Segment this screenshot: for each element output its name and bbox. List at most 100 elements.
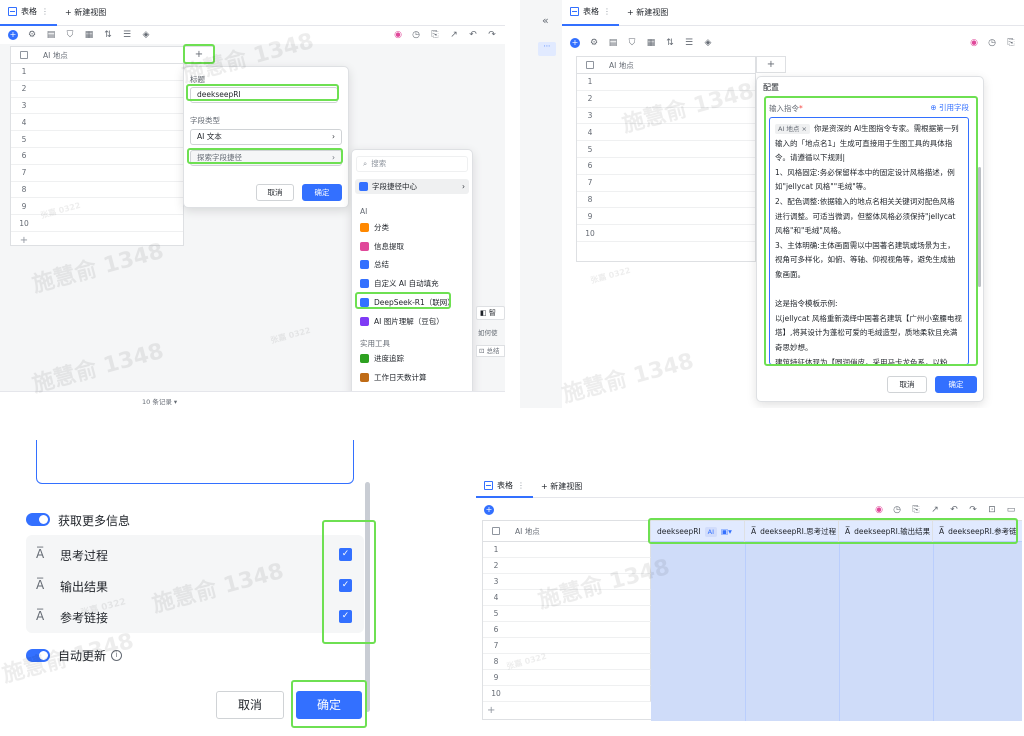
- table-row[interactable]: 3: [11, 98, 183, 115]
- row-height-icon[interactable]: ☰: [122, 30, 132, 40]
- ai-icon[interactable]: ◉: [394, 30, 402, 40]
- select-all-checkbox[interactable]: [20, 51, 28, 59]
- add-record-icon[interactable]: +: [570, 38, 580, 48]
- filter-icon[interactable]: ▤: [46, 30, 56, 40]
- select-all-checkbox[interactable]: [492, 527, 500, 535]
- cancel-button[interactable]: 取消: [256, 184, 294, 201]
- auto-update-toggle[interactable]: [26, 649, 50, 662]
- table-row[interactable]: 4: [11, 114, 183, 132]
- menu-item-tool[interactable]: 工作日天数计算: [360, 372, 427, 383]
- cancel-button[interactable]: 取消: [887, 376, 927, 393]
- menu-item-ai[interactable]: 信息提取: [360, 241, 404, 252]
- table-row[interactable]: 2: [577, 91, 755, 108]
- sort-icon[interactable]: ⇅: [103, 30, 113, 40]
- more-info-toggle[interactable]: [26, 513, 50, 526]
- comment-icon[interactable]: ▭: [1006, 505, 1016, 515]
- tab-table[interactable]: 表格 ⋮: [476, 476, 533, 498]
- row-height-icon[interactable]: ☰: [684, 38, 694, 48]
- table-row[interactable]: 3: [483, 574, 651, 590]
- menu-item-ai[interactable]: 自定义 AI 自动填充: [360, 278, 439, 289]
- table-row[interactable]: 1: [483, 542, 651, 558]
- group-icon[interactable]: ▦: [84, 30, 94, 40]
- table-row[interactable]: 4: [483, 590, 651, 606]
- menu-item-tool[interactable]: 进度追踪: [360, 353, 404, 364]
- table-row[interactable]: 10: [11, 215, 183, 232]
- menu-item-ai[interactable]: AI 图片理解（豆包）: [360, 316, 444, 327]
- table-row[interactable]: 5: [11, 131, 183, 148]
- history-icon[interactable]: ◷: [411, 30, 421, 40]
- add-record-icon[interactable]: +: [484, 505, 494, 515]
- table-row[interactable]: 9: [11, 198, 183, 216]
- sidebar-item-active[interactable]: ⋯: [538, 42, 556, 56]
- table-row[interactable]: 6: [483, 622, 651, 638]
- field-header[interactable]: AI 地点: [609, 60, 634, 71]
- collapse-icon[interactable]: «: [542, 14, 549, 27]
- undo-icon[interactable]: ↶: [949, 505, 959, 515]
- more-icon[interactable]: ⋮: [41, 7, 49, 16]
- add-column-button[interactable]: +: [756, 56, 786, 73]
- table-row[interactable]: 5: [483, 606, 651, 622]
- table-row[interactable]: 1: [577, 74, 755, 91]
- menu-item-ai[interactable]: 分类: [360, 222, 389, 233]
- settings-icon[interactable]: ⚙: [589, 38, 599, 48]
- scrollbar[interactable]: [978, 167, 981, 287]
- funnel-icon[interactable]: ⛉: [627, 38, 637, 48]
- field-header[interactable]: AI 地点: [515, 526, 540, 537]
- add-row-button[interactable]: +: [11, 232, 183, 249]
- more-icon[interactable]: ⋮: [603, 7, 611, 16]
- table-row[interactable]: 9: [483, 670, 651, 686]
- cancel-button[interactable]: 取消: [216, 691, 284, 719]
- redo-icon[interactable]: ↷: [968, 505, 978, 515]
- table-row[interactable]: 10: [577, 225, 755, 242]
- table-row[interactable]: 3: [577, 108, 755, 125]
- filter-icon[interactable]: ▤: [608, 38, 618, 48]
- shortcut-center-item[interactable]: 字段捷径中心 ›: [355, 179, 469, 194]
- record-count[interactable]: 10 条记录 ▾: [142, 396, 177, 406]
- menu-search[interactable]: ⌕ 搜索: [356, 156, 468, 172]
- paint-icon[interactable]: ◈: [703, 38, 713, 48]
- copy-icon[interactable]: ⎘: [1006, 38, 1016, 48]
- table-row[interactable]: 7: [483, 638, 651, 654]
- export-icon[interactable]: ⊡: [987, 505, 997, 515]
- table-row[interactable]: 9: [577, 208, 755, 226]
- table-row[interactable]: 8: [483, 654, 651, 670]
- table-row[interactable]: 8: [11, 182, 183, 199]
- group-icon[interactable]: ▦: [646, 38, 656, 48]
- tab-table[interactable]: 表格 ⋮: [0, 0, 57, 26]
- tab-table[interactable]: 表格 ⋮: [562, 0, 619, 26]
- select-all-checkbox[interactable]: [586, 61, 594, 69]
- field-header[interactable]: AI 地点: [43, 50, 68, 61]
- ai-icon[interactable]: ◉: [875, 505, 883, 515]
- table-row[interactable]: 7: [11, 165, 183, 182]
- table-row[interactable]: 6: [577, 158, 755, 175]
- table-row[interactable]: 10: [483, 686, 651, 702]
- confirm-button[interactable]: 确定: [302, 184, 342, 201]
- history-icon[interactable]: ◷: [987, 38, 997, 48]
- copy-icon[interactable]: ⎘: [430, 30, 440, 40]
- table-row[interactable]: 1: [11, 64, 183, 81]
- history-icon[interactable]: ◷: [892, 505, 902, 515]
- tab-new-view[interactable]: + 新建视图: [533, 476, 590, 498]
- type-select[interactable]: AI 文本 ›: [190, 129, 342, 145]
- info-icon[interactable]: i: [111, 650, 123, 661]
- undo-icon[interactable]: ↶: [468, 30, 478, 40]
- menu-item-ai[interactable]: 总结: [360, 259, 389, 270]
- tab-new-view[interactable]: + 新建视图: [57, 0, 114, 26]
- paint-icon[interactable]: ◈: [141, 30, 151, 40]
- table-row[interactable]: 8: [577, 192, 755, 209]
- ai-icon[interactable]: ◉: [970, 38, 978, 48]
- table-row[interactable]: 2: [483, 558, 651, 574]
- copy-icon[interactable]: ⎘: [911, 505, 921, 515]
- table-row[interactable]: 6: [11, 148, 183, 165]
- sort-icon[interactable]: ⇅: [665, 38, 675, 48]
- table-row[interactable]: 5: [577, 141, 755, 158]
- add-row-button[interactable]: +: [487, 705, 495, 716]
- tab-new-view[interactable]: + 新建视图: [619, 0, 676, 26]
- redo-icon[interactable]: ↷: [487, 30, 497, 40]
- confirm-button[interactable]: 确定: [935, 376, 977, 393]
- add-record-icon[interactable]: +: [8, 30, 18, 40]
- table-row[interactable]: 4: [577, 124, 755, 142]
- more-icon[interactable]: ⋮: [517, 481, 525, 490]
- share-icon[interactable]: ↗: [930, 505, 940, 515]
- funnel-icon[interactable]: ⛉: [65, 30, 75, 40]
